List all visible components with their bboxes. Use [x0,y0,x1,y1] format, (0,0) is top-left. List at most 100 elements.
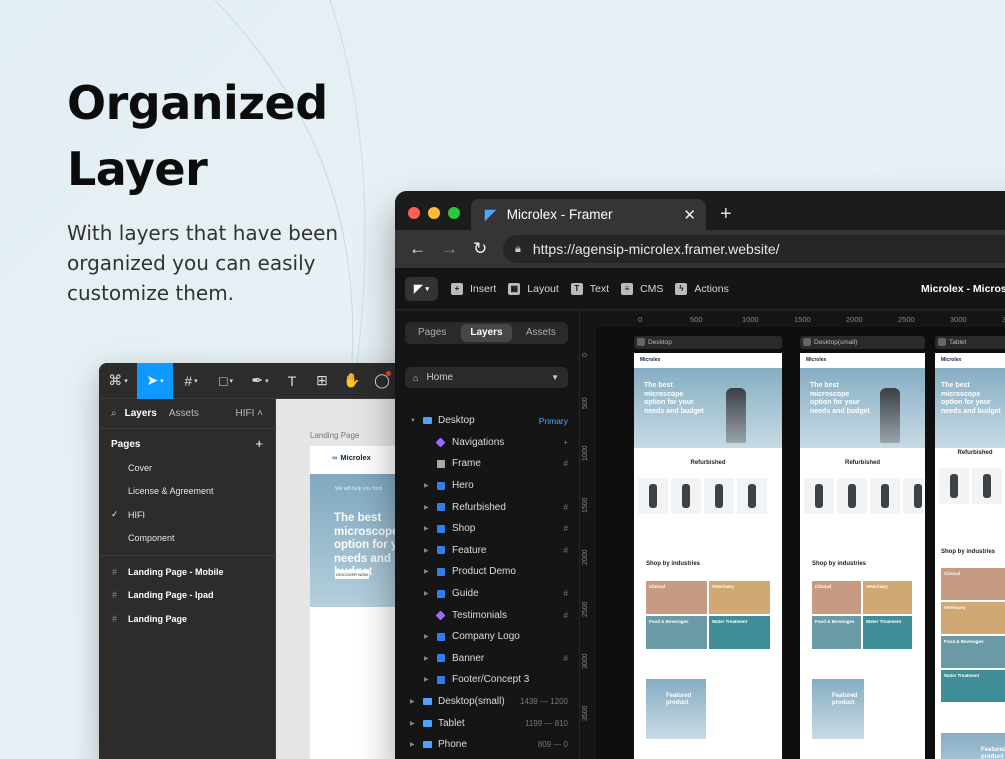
site-nav: Microlex [634,353,782,366]
page-item-component[interactable]: Component [99,527,275,551]
chevron-right-icon[interactable]: ▶ [424,547,429,554]
stack-icon [437,567,445,576]
frame-label-desktop[interactable]: Desktop [634,336,782,349]
chevron-right-icon[interactable]: ▶ [424,633,429,640]
site-hero: The best microscope option for your need… [935,368,1005,448]
frame-tool-icon[interactable]: # ▾ [173,363,209,399]
layer-row-desktop[interactable]: ▼ Desktop Primary [395,410,580,432]
chevron-right-icon[interactable]: ▶ [410,720,415,727]
chevron-right-icon[interactable]: ▶ [410,698,415,705]
site-nav: Microlex [935,353,1005,366]
frame-label-desktop-small[interactable]: Desktop(small) [800,336,925,349]
layer-row-navigations[interactable]: ▶Navigations+ [395,432,580,454]
maximize-window-button[interactable] [448,207,460,219]
layer-row-phone[interactable]: ▶ Phone 809 — 0 [395,734,580,756]
layer-name: Tablet [438,717,465,729]
layer-row-testimonials[interactable]: ▶Testimonials# [395,604,580,626]
reload-icon[interactable]: ↻ [473,239,491,259]
framer-menu-button[interactable]: ◤ ▾ [405,276,438,301]
tab-pages[interactable]: Pages [407,324,457,342]
close-tab-icon[interactable]: ✕ [683,206,696,224]
page-item-hifi[interactable]: ✓ HIFI [99,503,275,527]
chevron-right-icon[interactable]: ▶ [424,482,429,489]
shape-tool-icon[interactable]: □ ▾ [209,363,243,399]
layer-row-desktop-small[interactable]: ▶ Desktop(small) 1439 — 1200 [395,691,580,713]
layer-row-hero[interactable]: ▶ Hero [395,475,580,497]
text-button[interactable]: T Text [570,282,609,295]
close-window-button[interactable] [408,207,420,219]
layer-name: Company Logo [452,631,520,643]
search-icon[interactable]: ⌕ [111,408,117,419]
chevron-right-icon[interactable]: ▶ [424,655,429,662]
component-icon [435,437,446,448]
move-tool-icon[interactable]: ➤ ▾ [137,363,173,399]
grid-icon: # [563,545,568,555]
layer-row-shop[interactable]: ▶ Shop # [395,518,580,540]
tab-assets[interactable]: Assets [516,324,566,342]
ruler-tick-label: 2000 [582,549,589,565]
components-icon[interactable]: ⊞ [307,363,337,399]
layer-row-company-logo[interactable]: ▶ Company Logo [395,626,580,648]
site-industries: Clinical Veterinary Food & Beverages Wat… [646,581,770,649]
site-industries: Clinical Veterinary Food & Beverages Wat… [941,568,1005,702]
layer-row-product-demo[interactable]: ▶ Product Demo [395,561,580,583]
frame-label-tablet[interactable]: Tablet [935,336,1005,349]
site-brand: Microlex [806,356,827,363]
layer-row-footer-concept-3[interactable]: ▶ Footer/Concept 3 [395,669,580,691]
chevron-right-icon[interactable]: ▶ [410,741,415,748]
layer-row-banner[interactable]: ▶ Banner # [395,648,580,670]
site-section-shop: Shop by industries [941,549,996,555]
tab-layers[interactable]: Layers [125,408,157,419]
tab-layers[interactable]: Layers [461,324,512,342]
frame-item-ipad[interactable]: # Landing Page - Ipad [99,584,275,608]
insert-button[interactable]: + Insert [451,282,496,295]
frame-item-mobile[interactable]: # Landing Page - Mobile [99,560,275,584]
panel-tabs: Pages Layers Assets [405,322,568,344]
tablet-preview[interactable]: Microlex The best microscope option for … [935,353,1005,759]
page-item-cover[interactable]: Cover [99,456,275,480]
forward-icon[interactable]: → [441,239,459,259]
layer-row-tablet[interactable]: ▶ Tablet 1199 — 810 [395,712,580,734]
layer-row-feature[interactable]: ▶ Feature # [395,540,580,562]
frame-item-landing[interactable]: # Landing Page [99,607,275,631]
canvas-frame-label[interactable]: Landing Page [310,431,359,440]
layer-name: Refurbished [452,501,506,513]
new-tab-icon[interactable]: + [720,203,732,226]
stack-h-icon [437,503,445,512]
chevron-right-icon[interactable]: ▶ [424,525,429,532]
page-item-license[interactable]: License & Agreement [99,480,275,504]
url-field[interactable]: 🔒︎ https://agensip-microlex.framer.websi… [503,235,1005,263]
back-icon[interactable]: ← [409,239,427,259]
figma-sidebar-tabs: ⌕ Layers Assets HIFI ˄ [99,399,275,429]
layer-row-frame[interactable]: ▶Frame# [395,453,580,475]
chevron-down-icon[interactable]: ▼ [410,418,416,424]
layout-button[interactable]: ▦ Layout [508,282,559,295]
layer-row-refurbished[interactable]: ▶ Refurbished # [395,496,580,518]
lp-hero-kicker: We will help you from [335,486,383,492]
page-select[interactable]: HIFI ˄ [235,408,263,419]
layer-row-guide[interactable]: ▶ Guide # [395,583,580,605]
figma-menu-icon[interactable]: ⌘ ▾ [99,363,137,399]
cms-button[interactable]: ≡ CMS [621,282,663,295]
browser-tab[interactable]: ◤ Microlex - Framer ✕ [471,199,706,230]
page-dropdown[interactable]: ⌂ Home ▼ [405,367,568,388]
chevron-right-icon[interactable]: ▶ [424,590,429,597]
desktop-preview[interactable]: Microlex The best microscope option for … [634,353,782,759]
stack-icon [437,546,445,555]
framer-canvas[interactable]: 05001000150020002500300035 0500100015002… [580,311,1005,759]
actions-button[interactable]: ϟ Actions [675,282,729,295]
breakpoint-icon [423,417,432,425]
hand-tool-icon[interactable]: ✋ [337,363,367,399]
chevron-right-icon[interactable]: ▶ [424,676,429,683]
desktop-small-preview[interactable]: Microlex The best microscope option for … [800,353,925,759]
add-page-icon[interactable]: + [255,437,263,450]
chevron-right-icon[interactable]: ▶ [424,504,429,511]
tab-assets[interactable]: Assets [169,408,199,419]
lp-hero-button: DISCOVER NOW [335,570,369,579]
minimize-window-button[interactable] [428,207,440,219]
chevron-right-icon[interactable]: ▶ [424,568,429,575]
text-tool-icon[interactable]: T [277,363,307,399]
site-featured: Featured product [941,733,1005,759]
comment-tool-icon[interactable]: ◯ [367,363,397,399]
pen-tool-icon[interactable]: ✒ ▾ [243,363,277,399]
